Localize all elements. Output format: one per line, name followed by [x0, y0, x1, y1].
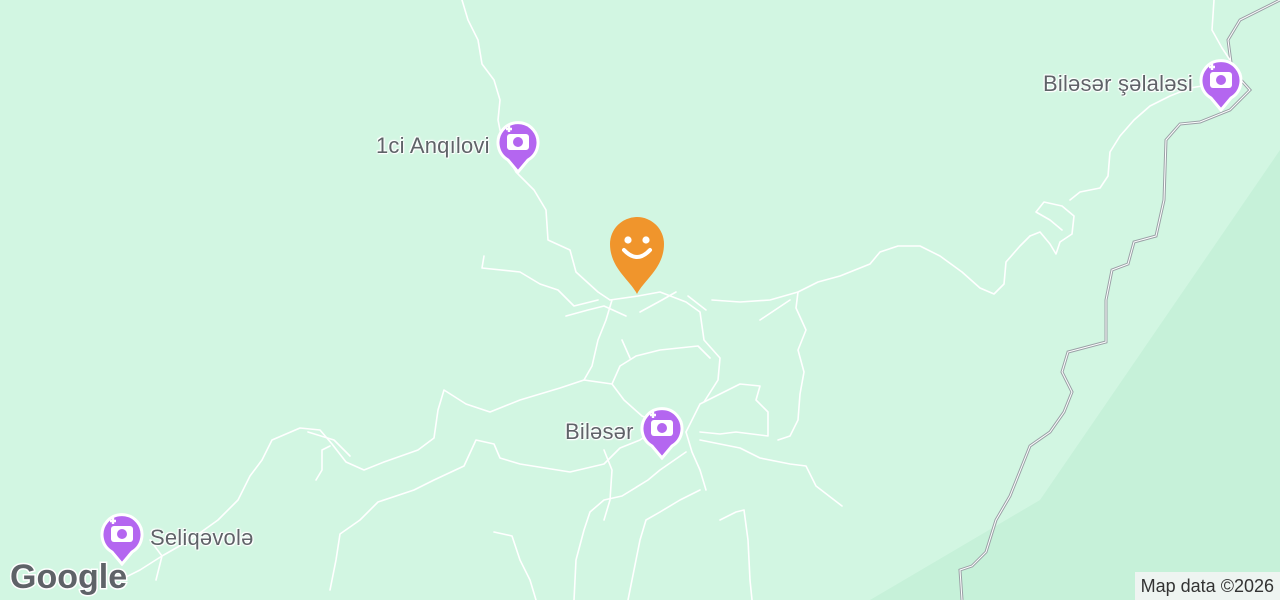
poi-1ci-anqilovi[interactable]: 1ci Anqılovi [376, 118, 540, 174]
poi-label: 1ci Anqılovi [376, 133, 490, 158]
camera-icon [496, 118, 540, 174]
camera-icon [640, 404, 684, 460]
smiley-marker[interactable] [606, 212, 668, 298]
poi-label: Biləsər [565, 419, 634, 444]
map-attribution[interactable]: Map data ©2026 [1134, 572, 1280, 600]
poi-biloser[interactable]: Biləsər [565, 404, 684, 460]
google-logo-text: Google [10, 558, 127, 596]
poi-label: Biləsər şəlaləsi [1043, 71, 1193, 96]
forest-area [870, 150, 1280, 600]
smiley-icon [610, 217, 664, 294]
camera-icon [1199, 56, 1243, 112]
google-logo: Google [9, 557, 129, 598]
poi-label: Seliqəvolə [150, 525, 254, 550]
poi-biloser-selalesi[interactable]: Biləsər şəlaləsi [1043, 56, 1243, 112]
